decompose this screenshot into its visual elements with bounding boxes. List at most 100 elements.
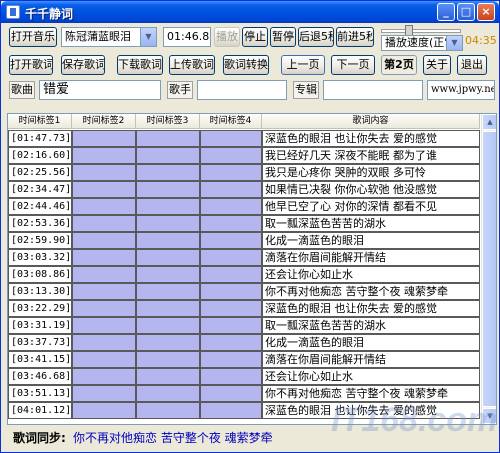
lyric-cell[interactable]: 你不再对他痴恋 苦守整个夜 魂萦梦牵 xyxy=(262,283,480,300)
table-row[interactable]: [03:22.29] 深蓝色的眼泪 也让你失去 爱的感觉 xyxy=(8,300,480,317)
time-tag-1-cell[interactable]: [03:37.73] xyxy=(8,334,72,351)
time-tag-4-cell[interactable] xyxy=(200,334,262,351)
time-tag-3-cell[interactable] xyxy=(136,334,200,351)
chevron-down-icon[interactable]: ▼ xyxy=(140,28,156,46)
time-tag-3-cell[interactable] xyxy=(136,266,200,283)
time-tag-1-cell[interactable]: [01:47.73] xyxy=(8,130,72,147)
lyric-cell[interactable]: 深蓝色的眼泪 也让你失去 爱的感觉 xyxy=(262,130,480,147)
time-tag-2-cell[interactable] xyxy=(72,283,136,300)
website-field[interactable]: www.jpwy.net xyxy=(427,80,495,100)
table-row[interactable]: [02:25.56] 我只是心疼你 哭肿的双眼 多可怜 xyxy=(8,164,480,181)
table-row[interactable]: [03:41.15] 滴落在你眉间能解开情结 xyxy=(8,351,480,368)
lyric-cell[interactable]: 你不再对他痴恋 苦守整个夜 魂萦梦牵 xyxy=(262,385,480,402)
time-tag-3-cell[interactable] xyxy=(136,283,200,300)
time-tag-1-cell[interactable]: [02:44.46] xyxy=(8,198,72,215)
lyric-cell[interactable]: 滴落在你眉间能解开情结 xyxy=(262,351,480,368)
download-lyrics-button[interactable]: 下载歌词 xyxy=(117,55,163,75)
table-row[interactable]: [02:44.46] 他早已空了心 对你的深情 都看不见 xyxy=(8,198,480,215)
table-row[interactable]: [02:16.60] 我已经好几天 深夜不能眠 都为了谁 xyxy=(8,147,480,164)
header-lyric-content[interactable]: 歌词内容 xyxy=(262,114,480,129)
table-row[interactable]: [03:51.13] 你不再对他痴恋 苦守整个夜 魂萦梦牵 xyxy=(8,385,480,402)
open-lyrics-button[interactable]: 打开歌词 xyxy=(9,55,53,75)
next-page-button[interactable]: 下一页 xyxy=(331,55,375,75)
time-tag-4-cell[interactable] xyxy=(200,283,262,300)
time-tag-4-cell[interactable] xyxy=(200,215,262,232)
table-row[interactable]: [02:59.90] 化成一滴蓝色的眼泪 xyxy=(8,232,480,249)
time-tag-2-cell[interactable] xyxy=(72,215,136,232)
time-tag-1-cell[interactable]: [03:51.13] xyxy=(8,385,72,402)
scrollbar-thumb[interactable] xyxy=(482,131,496,407)
time-tag-1-cell[interactable]: [02:53.36] xyxy=(8,215,72,232)
time-tag-2-cell[interactable] xyxy=(72,385,136,402)
time-tag-1-cell[interactable]: [03:13.30] xyxy=(8,283,72,300)
time-tag-2-cell[interactable] xyxy=(72,300,136,317)
lyric-cell[interactable]: 取一瓢深蓝色苦苦的湖水 xyxy=(262,215,480,232)
lyric-cell[interactable]: 如果情已决裂 你你心软弛 他没感觉 xyxy=(262,181,480,198)
time-tag-4-cell[interactable] xyxy=(200,385,262,402)
time-tag-3-cell[interactable] xyxy=(136,181,200,198)
time-tag-4-cell[interactable] xyxy=(200,368,262,385)
time-tag-4-cell[interactable] xyxy=(200,130,262,147)
time-tag-4-cell[interactable] xyxy=(200,402,262,419)
time-tag-1-cell[interactable]: [03:46.68] xyxy=(8,368,72,385)
time-tag-2-cell[interactable] xyxy=(72,368,136,385)
time-tag-3-cell[interactable] xyxy=(136,215,200,232)
time-tag-3-cell[interactable] xyxy=(136,368,200,385)
time-tag-2-cell[interactable] xyxy=(72,147,136,164)
forward-5s-button[interactable]: 前进5秒 xyxy=(336,27,374,47)
time-tag-2-cell[interactable] xyxy=(72,402,136,419)
prev-page-button[interactable]: 上一页 xyxy=(281,55,325,75)
lyric-cell[interactable]: 化成一滴蓝色的眼泪 xyxy=(262,334,480,351)
time-tag-1-cell[interactable]: [03:03.32] xyxy=(8,249,72,266)
time-tag-3-cell[interactable] xyxy=(136,351,200,368)
lyric-cell[interactable]: 化成一滴蓝色的眼泪 xyxy=(262,232,480,249)
vertical-scrollbar[interactable]: ▲ ▼ xyxy=(481,114,496,424)
time-tag-2-cell[interactable] xyxy=(72,351,136,368)
time-tag-3-cell[interactable] xyxy=(136,198,200,215)
time-tag-1-cell[interactable]: [02:16.60] xyxy=(8,147,72,164)
time-tag-1-cell[interactable]: [02:25.56] xyxy=(8,164,72,181)
table-row[interactable]: [03:08.86] 还会让你心如止水 xyxy=(8,266,480,283)
lyric-cell[interactable]: 还会让你心如止水 xyxy=(262,368,480,385)
speed-select[interactable]: 播放速度(正常) ▼ xyxy=(381,35,463,51)
maximize-icon[interactable]: □ xyxy=(457,3,475,21)
header-time-tag-4[interactable]: 时间标签4 xyxy=(200,114,262,129)
time-tag-4-cell[interactable] xyxy=(200,181,262,198)
time-tag-2-cell[interactable] xyxy=(72,334,136,351)
scroll-up-icon[interactable]: ▲ xyxy=(482,114,496,130)
time-tag-3-cell[interactable] xyxy=(136,164,200,181)
title-bar[interactable]: 千千静词 _ □ × xyxy=(1,1,499,23)
time-tag-3-cell[interactable] xyxy=(136,402,200,419)
time-tag-1-cell[interactable]: [04:01.12] xyxy=(8,402,72,419)
table-row[interactable]: [02:34.47] 如果情已决裂 你你心软弛 他没感觉 xyxy=(8,181,480,198)
lyric-cell[interactable]: 取一瓢深蓝色苦苦的湖水 xyxy=(262,317,480,334)
time-tag-4-cell[interactable] xyxy=(200,164,262,181)
time-tag-2-cell[interactable] xyxy=(72,130,136,147)
close-icon[interactable]: × xyxy=(477,3,495,21)
time-tag-1-cell[interactable]: [03:41.15] xyxy=(8,351,72,368)
chevron-down-icon[interactable]: ▼ xyxy=(446,36,462,50)
time-tag-2-cell[interactable] xyxy=(72,317,136,334)
stop-button[interactable]: 停止 xyxy=(242,27,268,47)
time-tag-4-cell[interactable] xyxy=(200,317,262,334)
minimize-icon[interactable]: _ xyxy=(437,3,455,21)
lyric-cell[interactable]: 我只是心疼你 哭肿的双眼 多可怜 xyxy=(262,164,480,181)
time-tag-4-cell[interactable] xyxy=(200,351,262,368)
time-tag-1-cell[interactable]: [03:08.86] xyxy=(8,266,72,283)
time-tag-1-cell[interactable]: [02:34.47] xyxy=(8,181,72,198)
time-tag-2-cell[interactable] xyxy=(72,181,136,198)
time-tag-2-cell[interactable] xyxy=(72,266,136,283)
table-row[interactable]: [01:47.73] 深蓝色的眼泪 也让你失去 爱的感觉 xyxy=(8,130,480,147)
open-music-button[interactable]: 打开音乐 xyxy=(9,27,57,47)
lyric-cell[interactable]: 滴落在你眉间能解开情结 xyxy=(262,249,480,266)
table-row[interactable]: [02:53.36] 取一瓢深蓝色苦苦的湖水 xyxy=(8,215,480,232)
time-tag-4-cell[interactable] xyxy=(200,266,262,283)
time-tag-3-cell[interactable] xyxy=(136,130,200,147)
table-row[interactable]: [03:03.32] 滴落在你眉间能解开情结 xyxy=(8,249,480,266)
lyric-cell[interactable]: 深蓝色的眼泪 也让你失去 爱的感觉 xyxy=(262,300,480,317)
time-tag-1-cell[interactable]: [03:31.19] xyxy=(8,317,72,334)
time-tag-2-cell[interactable] xyxy=(72,249,136,266)
song-name-field[interactable]: 错爱 xyxy=(39,80,161,100)
song-select[interactable]: 陈冠蒲蓝眼泪 ▼ xyxy=(61,27,157,47)
lyric-cell[interactable]: 我已经好几天 深夜不能眠 都为了谁 xyxy=(262,147,480,164)
